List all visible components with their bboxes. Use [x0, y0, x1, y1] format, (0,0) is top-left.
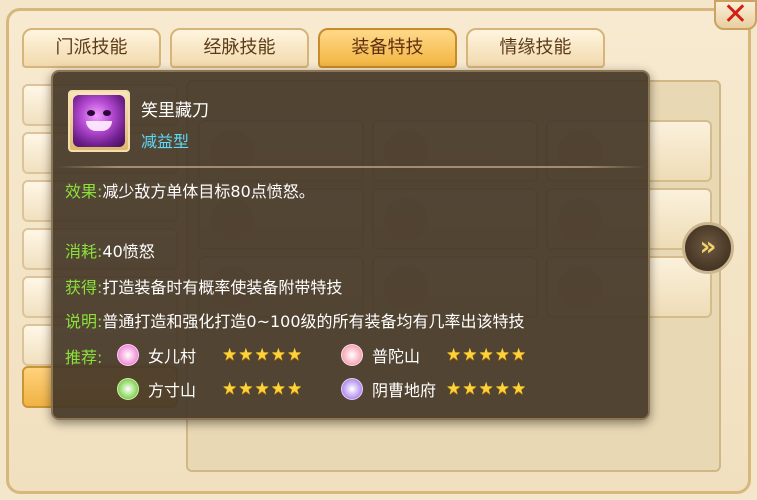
- skill-name: 笑里藏刀: [141, 101, 209, 121]
- star-rating: ★ ★ ★ ★ ★: [446, 379, 527, 399]
- star-icon: ★: [494, 379, 510, 399]
- tab-label: 情缘技能: [499, 37, 572, 58]
- obtain-row: 获得:打造装备时有概率使装备附带特技: [65, 274, 342, 298]
- skill-type: 减益型: [141, 132, 190, 151]
- mask-eye: [103, 110, 111, 116]
- star-rating: ★ ★ ★ ★ ★: [446, 345, 527, 365]
- double-chevron-right-icon: »: [699, 232, 717, 262]
- note-row: 说明:普通打造和强化打造0~100级的所有装备均有几率出该特技: [65, 308, 525, 332]
- star-rating: ★ ★ ★ ★ ★: [222, 379, 303, 399]
- star-icon: ★: [446, 345, 462, 365]
- cost-row: 消耗:40愤怒: [65, 238, 155, 262]
- tab-label: 门派技能: [55, 37, 128, 58]
- star-icon: ★: [494, 345, 510, 365]
- star-rating: ★ ★ ★ ★ ★: [222, 345, 303, 365]
- star-icon: ★: [478, 345, 494, 365]
- close-icon: ✕: [722, 0, 749, 32]
- divider: [57, 166, 644, 168]
- note-label: 说明:: [65, 312, 103, 331]
- fangcun-mountain-icon: [117, 378, 139, 400]
- mask-eye: [87, 110, 95, 116]
- underworld-icon: [341, 378, 363, 400]
- tab-bar: 门派技能 经脉技能 装备特技 情缘技能: [22, 28, 612, 72]
- recommend-sect: 阴曹地府 ★ ★ ★ ★ ★: [341, 376, 527, 402]
- star-icon: ★: [511, 379, 527, 399]
- star-icon: ★: [511, 345, 527, 365]
- cost-label: 消耗:: [65, 242, 103, 261]
- tab-label: 装备特技: [351, 37, 424, 58]
- tab-sect-skills[interactable]: 门派技能: [22, 28, 161, 68]
- star-icon: ★: [462, 379, 478, 399]
- sect-name: 阴曹地府: [372, 381, 437, 400]
- recommend-label: 推荐:: [65, 348, 103, 367]
- putuo-mountain-icon: [341, 344, 363, 366]
- effect-label: 效果:: [65, 182, 103, 201]
- effect-text: 减少敌方单体目标80点愤怒。: [102, 182, 315, 201]
- sect-name: 方寸山: [148, 381, 197, 400]
- skill-tooltip: 笑里藏刀 减益型 效果:减少敌方单体目标80点愤怒。 消耗:40愤怒 获得:打造…: [51, 70, 650, 420]
- skill-icon-frame: [68, 90, 130, 152]
- obtain-label: 获得:: [65, 278, 103, 297]
- star-icon: ★: [446, 379, 462, 399]
- mask-grin: [86, 121, 112, 131]
- star-icon: ★: [478, 379, 494, 399]
- star-icon: ★: [287, 345, 303, 365]
- star-icon: ★: [222, 345, 238, 365]
- tab-bond-skills[interactable]: 情缘技能: [466, 28, 605, 68]
- women-village-icon: [117, 344, 139, 366]
- tab-label: 经脉技能: [203, 37, 276, 58]
- star-icon: ★: [254, 345, 270, 365]
- star-icon: ★: [222, 379, 238, 399]
- recommend-sect: 普陀山 ★ ★ ★ ★ ★: [341, 342, 527, 368]
- star-icon: ★: [287, 379, 303, 399]
- obtain-text: 打造装备时有概率使装备附带特技: [102, 278, 343, 297]
- star-icon: ★: [238, 379, 254, 399]
- tab-meridian-skills[interactable]: 经脉技能: [170, 28, 309, 68]
- sect-name: 普陀山: [372, 347, 421, 366]
- grinning-mask-icon: [73, 95, 125, 147]
- star-icon: ★: [270, 345, 286, 365]
- recommend-section: 推荐: 女儿村 ★ ★ ★ ★ ★ 普陀山 ★ ★ ★ ★ ★ 方寸山 ★ ★ ★ ★ ★ 阴曹地府 ★…: [65, 342, 645, 412]
- cost-text: 40愤怒: [102, 242, 155, 261]
- note-text: 普通打造和强化打造0~100级的所有装备均有几率出该特技: [102, 312, 525, 331]
- star-icon: ★: [238, 345, 254, 365]
- close-button[interactable]: ✕: [714, 0, 757, 30]
- recommend-sect: 女儿村 ★ ★ ★ ★ ★: [117, 342, 303, 368]
- star-icon: ★: [270, 379, 286, 399]
- tab-equipment-skills[interactable]: 装备特技: [318, 28, 457, 68]
- next-page-button[interactable]: »: [682, 222, 734, 274]
- star-icon: ★: [254, 379, 270, 399]
- recommend-sect: 方寸山 ★ ★ ★ ★ ★: [117, 376, 303, 402]
- effect-row: 效果:减少敌方单体目标80点愤怒。: [65, 178, 315, 202]
- star-icon: ★: [462, 345, 478, 365]
- sect-name: 女儿村: [148, 347, 197, 366]
